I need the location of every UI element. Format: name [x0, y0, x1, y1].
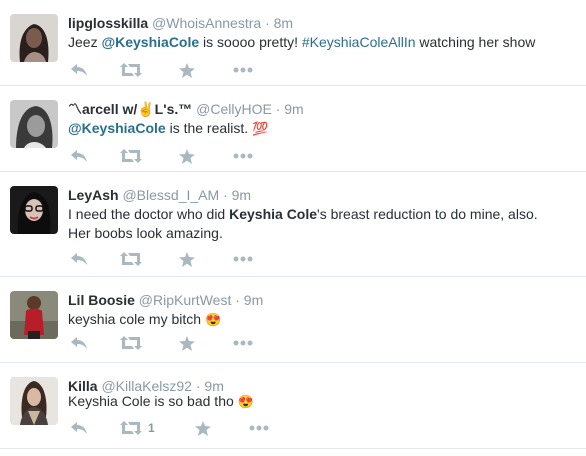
username[interactable]: @RipKurtWest [139, 292, 232, 308]
more-icon[interactable] [232, 62, 254, 78]
display-name[interactable]: LeyAsh [68, 187, 119, 203]
display-name[interactable]: lipglosskilla [68, 15, 148, 31]
heart-eyes-emoji: 😍 [204, 312, 222, 327]
retweet-count[interactable]: 1 [148, 420, 155, 436]
tweet-header: 〽arcell w/✌L's.™ @CellyHOE · 9m [68, 100, 304, 118]
tweet-text: Keyshia Cole is so bad tho 😍 [68, 393, 254, 409]
reply-icon[interactable] [68, 335, 90, 351]
more-icon[interactable] [232, 251, 254, 267]
tweet-text: I need the doctor who did Keyshia Cole's… [68, 206, 538, 241]
timestamp[interactable]: 8m [274, 15, 293, 31]
retweet-icon[interactable] [120, 148, 142, 164]
favorite-icon[interactable] [176, 335, 198, 351]
favorite-icon[interactable] [176, 148, 198, 164]
more-icon[interactable] [232, 335, 254, 351]
tweet-text: Jeez @KeyshiaCole is soooo pretty! #Keys… [68, 34, 536, 50]
tweet-header: LeyAsh @Blessd_I_AM · 9m [68, 186, 251, 204]
separator: · [235, 292, 240, 308]
reply-icon[interactable] [68, 420, 90, 436]
tweet-header: lipglosskilla @WhoisAnnestra · 8m [68, 14, 293, 32]
separator: · [223, 187, 228, 203]
tweet[interactable]: lipglosskilla @WhoisAnnestra · 8m Jeez @… [0, 0, 586, 86]
tweet[interactable]: Lil Boosie @RipKurtWest · 9m keyshia col… [0, 277, 586, 363]
tweet[interactable]: Killa @KillaKelsz92 · 9m Keyshia Cole is… [0, 363, 586, 449]
retweet-icon[interactable] [120, 62, 142, 78]
avatar[interactable] [10, 100, 58, 148]
reply-icon[interactable] [68, 62, 90, 78]
reply-icon[interactable] [68, 148, 90, 164]
avatar[interactable] [10, 186, 58, 234]
hundred-points-emoji: 💯 [252, 121, 269, 136]
retweet-icon[interactable] [120, 251, 142, 267]
tweet-text: @KeyshiaCole is the realist. 💯 [68, 120, 269, 136]
separator: · [275, 101, 281, 117]
highlighted-term: Keyshia Cole [229, 206, 318, 222]
timeline: lipglosskilla @WhoisAnnestra · 8m Jeez @… [0, 0, 586, 456]
reply-icon[interactable] [68, 251, 90, 267]
more-icon[interactable] [248, 420, 270, 436]
separator: · [265, 15, 270, 31]
timestamp[interactable]: 9m [232, 187, 251, 203]
favorite-icon[interactable] [176, 251, 198, 267]
username[interactable]: @CellyHOE [196, 101, 272, 117]
avatar[interactable] [10, 377, 58, 425]
mention-link[interactable]: @KeyshiaCole [101, 34, 199, 50]
mention-link[interactable]: @KeyshiaCole [68, 120, 166, 136]
favorite-icon[interactable] [192, 420, 214, 436]
tweet[interactable]: LeyAsh @Blessd_I_AM · 9m I need the doct… [0, 172, 586, 277]
avatar[interactable] [10, 291, 58, 339]
more-icon[interactable] [232, 148, 254, 164]
username[interactable]: @WhoisAnnestra [152, 15, 261, 31]
avatar[interactable] [10, 14, 58, 62]
heart-eyes-emoji: 😍 [237, 394, 254, 409]
display-name[interactable]: 〽arcell w/✌L's.™ [68, 101, 192, 117]
favorite-icon[interactable] [176, 62, 198, 78]
display-name[interactable]: Lil Boosie [68, 292, 135, 308]
retweet-icon[interactable] [120, 420, 142, 436]
retweet-icon[interactable] [120, 335, 142, 351]
tweet-header: Lil Boosie @RipKurtWest · 9m [68, 291, 263, 309]
hashtag-link[interactable]: #KeyshiaColeAllIn [302, 34, 416, 50]
timestamp[interactable]: 9m [284, 101, 303, 117]
tweet[interactable]: 〽arcell w/✌L's.™ @CellyHOE · 9m @Keyshia… [0, 86, 586, 172]
username[interactable]: @Blessd_I_AM [122, 187, 219, 203]
timestamp[interactable]: 9m [244, 292, 263, 308]
tweet-text: keyshia cole my bitch 😍 [68, 311, 222, 327]
